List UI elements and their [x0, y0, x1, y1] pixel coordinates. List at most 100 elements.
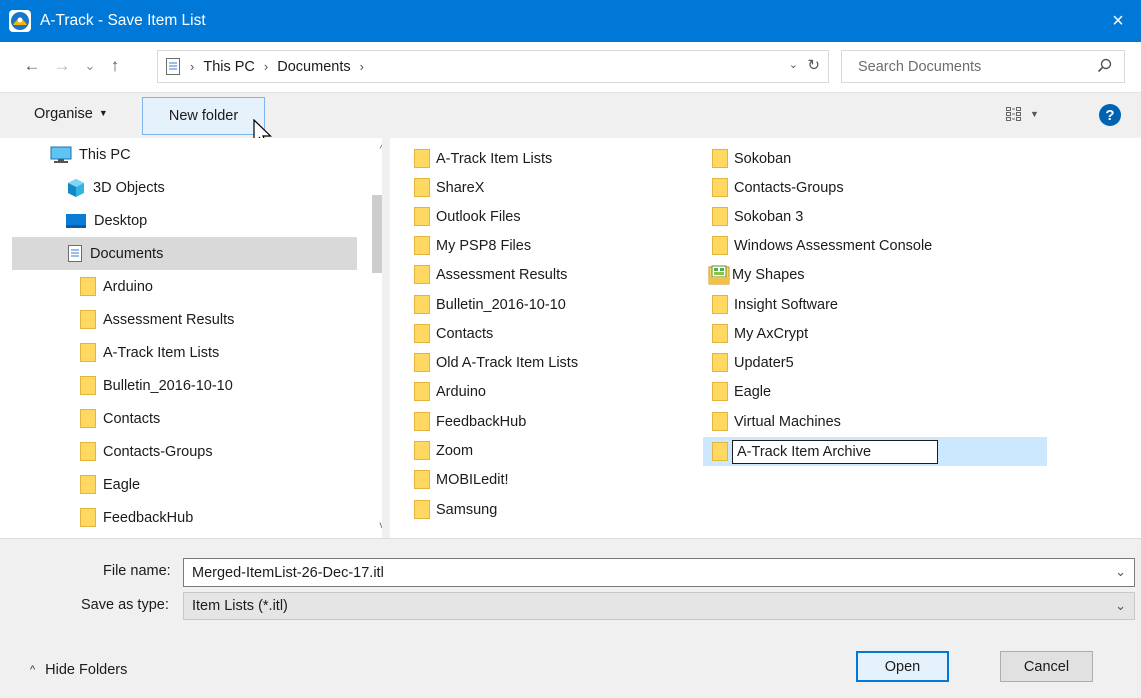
folder-item[interactable]: Sokoban [712, 144, 791, 173]
chevron-down-icon[interactable]: ⌄ [1115, 564, 1126, 580]
folder-label: Sokoban 3 [734, 208, 804, 225]
recent-locations-icon[interactable]: ⌄ [78, 54, 102, 78]
file-list[interactable]: A-Track Item Lists ShareX Outlook Files … [390, 138, 1141, 538]
nav-item-folder[interactable]: FeedbackHub [12, 501, 357, 534]
open-button[interactable]: Open [856, 651, 949, 682]
refresh-icon[interactable]: ↻ [807, 56, 820, 74]
search-box[interactable]: Search Documents [841, 50, 1125, 83]
nav-item-desktop[interactable]: Desktop [12, 204, 357, 237]
shapes-item[interactable]: My Shapes [708, 260, 805, 289]
breadcrumb-separator: › [359, 59, 364, 74]
folder-item[interactable]: Eagle [712, 377, 771, 406]
nav-label: Documents [90, 245, 164, 262]
document-icon [68, 245, 82, 262]
folder-label: Virtual Machines [734, 413, 841, 430]
folder-item[interactable]: Samsung [414, 495, 497, 524]
nav-item-3d-objects[interactable]: 3D Objects [12, 171, 357, 204]
folder-item[interactable]: My AxCrypt [712, 319, 808, 348]
nav-item-folder[interactable]: Contacts-Groups [12, 435, 357, 468]
cancel-button[interactable]: Cancel [1000, 651, 1093, 682]
save-type-label: Save as type: [81, 597, 169, 613]
breadcrumb-documents[interactable]: Documents [277, 59, 350, 75]
navigation-pane[interactable]: This PC 3D Objects Desktop Documents Ard… [12, 138, 382, 538]
search-input[interactable]: Search Documents [858, 59, 981, 75]
nav-item-folder[interactable]: Assessment Results [12, 303, 357, 336]
nav-item-folder[interactable]: Arduino [12, 270, 357, 303]
nav-item-folder[interactable]: Eagle [12, 468, 357, 501]
nav-label: Desktop [94, 212, 148, 229]
folder-item[interactable]: Contacts [414, 319, 493, 348]
caret-down-icon: ▼ [98, 108, 108, 118]
nav-item-documents[interactable]: Documents [12, 237, 357, 270]
pc-icon [50, 146, 72, 163]
up-arrow-icon[interactable]: ↑ [103, 54, 127, 78]
folder-label: Eagle [734, 383, 772, 400]
organise-menu[interactable]: Organise ▼ [34, 106, 108, 122]
nav-label: Bulletin_2016-10-10 [103, 377, 233, 394]
chevron-down-icon[interactable]: ⌄ [1115, 598, 1126, 614]
folder-label: My PSP8 Files [436, 237, 532, 254]
folder-item[interactable]: Outlook Files [414, 202, 521, 231]
folder-item[interactable]: MOBILedit! [414, 465, 509, 494]
address-row: ← → ⌄ ↑ › This PC › Documents › ⌄ ↻ Sear… [0, 42, 1141, 92]
address-bar[interactable]: › This PC › Documents › ⌄ ↻ [157, 50, 829, 83]
folder-item[interactable]: Virtual Machines [712, 407, 841, 436]
nav-item-folder[interactable]: Bulletin_2016-10-10 [12, 369, 357, 402]
help-icon[interactable]: ? [1099, 104, 1121, 126]
rename-folder-input[interactable]: A-Track Item Archive [732, 439, 938, 464]
window-title: A-Track - Save Item List [40, 12, 206, 29]
folder-icon [414, 324, 430, 343]
folder-icon [712, 353, 728, 372]
scroll-up-icon[interactable]: ^ [372, 140, 382, 158]
folder-icon [712, 412, 728, 431]
folder-icon [80, 442, 96, 461]
folder-icon [414, 178, 430, 197]
scroll-down-icon[interactable]: v [372, 516, 383, 534]
address-dropdown-icon[interactable]: ⌄ [789, 58, 798, 71]
folder-label: Windows Assessment Console [734, 237, 933, 254]
folder-item[interactable]: My PSP8 Files [414, 231, 531, 260]
folder-item[interactable]: Contacts-Groups [712, 173, 844, 202]
folder-item[interactable]: Updater5 [712, 348, 794, 377]
folder-icon [712, 442, 728, 461]
folder-label: Outlook Files [436, 208, 521, 225]
folder-icon [712, 236, 728, 255]
nav-item-this-pc[interactable]: This PC [12, 138, 357, 171]
folder-item[interactable]: Arduino [414, 377, 486, 406]
save-type-select[interactable]: Item Lists (*.itl) ⌄ [183, 592, 1135, 620]
new-folder-button[interactable]: New folder [142, 97, 265, 135]
folder-item[interactable]: Assessment Results [414, 260, 567, 289]
nav-item-folder[interactable]: Contacts [12, 402, 357, 435]
folder-item[interactable]: Insight Software [712, 290, 838, 319]
nav-item-folder[interactable]: A-Track Item Lists [12, 336, 357, 369]
view-options-icon [1006, 107, 1021, 121]
folder-item[interactable]: Windows Assessment Console [712, 231, 932, 260]
new-folder-item[interactable]: A-Track Item Archive [703, 437, 1047, 466]
folder-icon [712, 295, 728, 314]
folder-label: My AxCrypt [734, 325, 809, 342]
folder-item[interactable]: Old A-Track Item Lists [414, 348, 578, 377]
nav-scroll-thumb[interactable] [372, 195, 382, 273]
forward-arrow-icon[interactable]: → [50, 54, 74, 78]
folder-item[interactable]: A-Track Item Lists [414, 144, 552, 173]
folder-item[interactable]: Bulletin_2016-10-10 [414, 290, 566, 319]
hide-folders-toggle[interactable]: ^ Hide Folders [30, 662, 127, 678]
folder-label: Contacts [436, 325, 494, 342]
folder-item[interactable]: Zoom [414, 436, 473, 465]
save-form: File name: Merged-ItemList-26-Dec-17.itl… [0, 538, 1141, 698]
folder-item[interactable]: ShareX [414, 173, 484, 202]
back-arrow-icon[interactable]: ← [20, 54, 44, 78]
breadcrumb-separator: › [263, 59, 269, 74]
search-icon[interactable] [1096, 57, 1114, 75]
close-icon[interactable]: × [1095, 0, 1141, 42]
folder-item[interactable]: FeedbackHub [414, 407, 526, 436]
folder-item[interactable]: Sokoban 3 [712, 202, 803, 231]
desktop-icon [66, 213, 86, 228]
change-view-button[interactable]: ▼ [1006, 107, 1039, 121]
folder-icon [80, 409, 96, 428]
breadcrumb-this-pc[interactable]: This PC [203, 59, 255, 75]
folder-icon [80, 310, 96, 329]
document-icon [166, 58, 180, 75]
file-name-field[interactable]: Merged-ItemList-26-Dec-17.itl ⌄ [183, 558, 1135, 587]
pane-splitter[interactable] [382, 138, 390, 538]
